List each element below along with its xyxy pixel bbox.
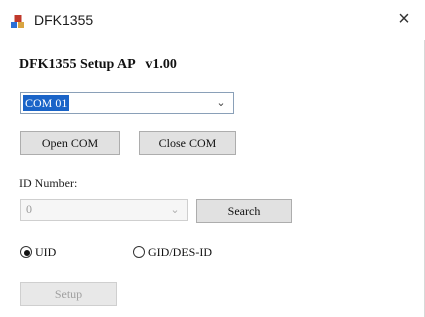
radio-circle[interactable]: [20, 246, 32, 258]
app-logo-icon: [11, 15, 24, 28]
search-button[interactable]: Search: [196, 199, 292, 223]
setup-button: Setup: [20, 282, 117, 306]
radio-uid-label: UID: [35, 245, 57, 259]
chevron-down-icon[interactable]: ⌄: [213, 93, 229, 113]
com-port-value: COM 01: [23, 95, 70, 111]
chevron-down-icon: ⌄: [170, 203, 180, 216]
window-title: DFK1355: [34, 12, 94, 28]
open-com-button[interactable]: Open COM: [20, 131, 120, 155]
id-number-label: ID Number:: [19, 176, 78, 190]
app-heading: DFK1355 Setup AP v1.00: [19, 57, 177, 72]
com-port-select[interactable]: COM 01 ⌄: [20, 92, 234, 114]
id-number-value: 0: [26, 202, 32, 216]
radio-gid-des-id-label: GID/DES-ID: [148, 245, 212, 259]
id-number-select: 0 ⌄: [20, 199, 188, 221]
close-com-button[interactable]: Close COM: [139, 131, 236, 155]
app-window: DFK1355 × DFK1355 Setup AP v1.00 COM 01 …: [0, 0, 425, 317]
radio-circle[interactable]: [133, 246, 145, 258]
radio-selected-dot: [24, 250, 30, 256]
title-bar: DFK1355 ×: [0, 0, 425, 40]
close-icon[interactable]: ×: [391, 6, 417, 32]
